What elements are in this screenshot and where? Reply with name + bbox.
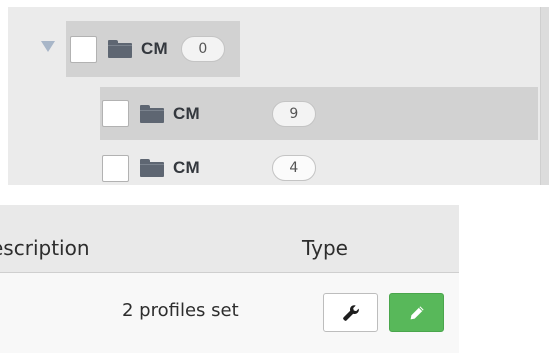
tree-node-checkbox[interactable] <box>102 154 129 182</box>
tree-node-label: CM <box>173 158 200 177</box>
expand-arrow-icon[interactable] <box>41 41 55 52</box>
table-row: 2 profiles set <box>0 273 459 353</box>
configure-button[interactable] <box>323 293 378 332</box>
pencil-icon <box>410 305 424 319</box>
folder-icon <box>140 104 164 123</box>
tree-node-root[interactable]: CM 0 <box>66 21 240 77</box>
tree-node-count-badge: 9 <box>271 100 316 127</box>
tree-node-label: CM <box>141 39 168 58</box>
tree-node-child[interactable]: CM 9 <box>100 87 538 140</box>
tree-node-count-badge: 4 <box>271 155 316 181</box>
tree-panel: CM 0 CM 9 CM 4 <box>8 7 540 185</box>
tree-node-child[interactable]: CM 4 <box>100 143 538 193</box>
tree-scrollbar[interactable] <box>540 7 549 185</box>
column-header-type[interactable]: Type <box>302 238 348 258</box>
table-header: escription Type <box>0 205 459 273</box>
profiles-table: escription Type 2 profiles set <box>0 205 459 353</box>
edit-button[interactable] <box>389 293 444 332</box>
folder-icon <box>108 40 132 58</box>
folder-icon <box>140 159 164 177</box>
wrench-icon <box>342 304 359 321</box>
tree-node-checkbox[interactable] <box>70 35 97 63</box>
tree-node-count-badge: 0 <box>180 36 225 62</box>
tree-node-checkbox[interactable] <box>102 100 129 127</box>
row-description: 2 profiles set <box>122 300 239 321</box>
tree-node-label: CM <box>173 103 200 123</box>
column-header-description[interactable]: escription <box>0 238 90 258</box>
